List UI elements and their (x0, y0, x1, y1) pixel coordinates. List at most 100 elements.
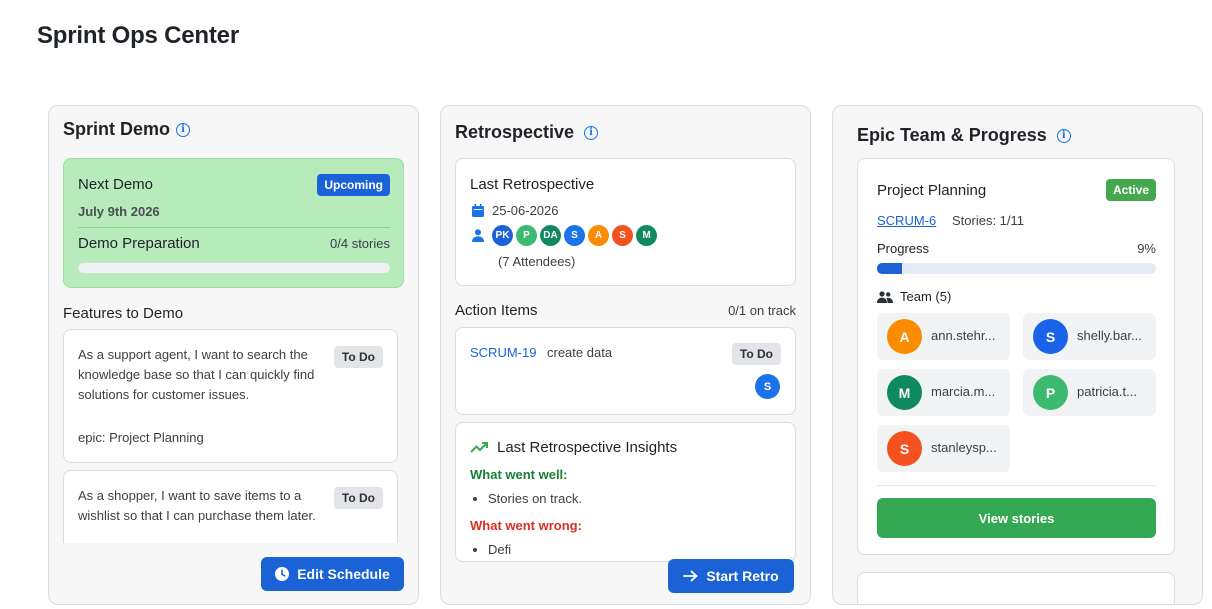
action-items-status: 0/1 on track (728, 303, 796, 318)
attendee-avatar: P (516, 225, 537, 246)
team-member[interactable]: Ppatricia.t... (1023, 369, 1156, 416)
went-well-label: What went well: (470, 467, 568, 482)
team-label: Team (5) (900, 289, 952, 304)
retro-date-row: 25-06-2026 (472, 203, 559, 218)
member-name: ann.stehr... (931, 328, 996, 343)
feature-text: As a shopper, I want to save items to a … (78, 488, 316, 523)
retrospective-title-text: Retrospective (455, 122, 575, 142)
action-item-text: create data (547, 345, 613, 360)
action-item-status-badge: To Do (731, 343, 781, 365)
went-wrong-list: Defi (488, 542, 511, 557)
insights-title: Last Retrospective Insights (497, 439, 678, 456)
epic-progress-bar (877, 263, 1156, 274)
info-icon[interactable]: i (1056, 128, 1071, 143)
team-header: Team (5) (877, 289, 951, 304)
attendee-avatar: S (612, 225, 633, 246)
attendee-avatar: A (588, 225, 609, 246)
went-wrong-label: What went wrong: (470, 518, 582, 533)
member-avatar: S (887, 431, 922, 466)
team-icon (877, 290, 893, 303)
divider (877, 485, 1156, 486)
person-icon (472, 229, 484, 242)
edit-schedule-button[interactable]: Edit Schedule (261, 557, 404, 591)
epic-title: Epic Team & Progress i (857, 125, 1071, 146)
insights-card: Last Retrospective Insights What went we… (455, 422, 796, 562)
feature-epic: epic: Project Planning (78, 430, 204, 445)
next-demo-card: Next Demo Upcoming July 9th 2026 Demo Pr… (63, 158, 404, 288)
member-name: patricia.t... (1077, 384, 1137, 399)
assignee-avatar: S (755, 374, 780, 399)
epic-progress-fill (877, 263, 903, 274)
epic-name: Project Planning (877, 182, 987, 199)
member-name: marcia.m... (931, 384, 996, 399)
sprint-demo-title-text: Sprint Demo (63, 119, 171, 139)
team-member[interactable]: Sstanleysp... (877, 425, 1010, 472)
member-avatar: P (1033, 375, 1068, 410)
member-avatar: A (887, 319, 922, 354)
retro-date: 25-06-2026 (492, 203, 559, 218)
attendee-avatars: PK P DA S A S M (492, 225, 657, 246)
view-stories-label: View stories (978, 510, 1055, 526)
next-demo-label: Next Demo (78, 176, 154, 193)
clock-icon (275, 567, 290, 581)
view-stories-button[interactable]: View stories (877, 498, 1156, 538)
demo-prep-label: Demo Preparation (78, 235, 200, 252)
attendees-row: PK P DA S A S M (472, 225, 657, 246)
member-avatar: S (1033, 319, 1068, 354)
epic-card-next (857, 572, 1175, 604)
features-title: Features to Demo (63, 305, 184, 322)
progress-label: Progress (877, 241, 930, 256)
attendee-avatar: DA (540, 225, 561, 246)
trending-up-icon (470, 442, 488, 453)
team-member[interactable]: Aann.stehr... (877, 313, 1010, 360)
went-well-list: Stories on track. (488, 491, 582, 506)
feature-status-badge: To Do (333, 487, 383, 509)
epic-card: Project Planning Active SCRUM-6 Stories:… (857, 158, 1175, 555)
attendee-avatar: M (636, 225, 657, 246)
went-wrong-item: Defi (488, 542, 511, 557)
member-name: stanleysp... (931, 440, 997, 455)
progress-percent: 9% (1137, 241, 1156, 256)
edit-schedule-label: Edit Schedule (297, 566, 390, 582)
attendee-avatar: PK (492, 225, 513, 246)
sprint-demo-panel: Sprint Demo i Next Demo Upcoming July 9t… (48, 105, 419, 605)
status-badge: Upcoming (317, 174, 390, 196)
retrospective-panel: Retrospective i Last Retrospective 25-06… (440, 105, 811, 605)
info-icon[interactable]: i (176, 122, 191, 137)
action-items-title: Action Items (455, 302, 538, 319)
demo-prep-progress-bar (78, 263, 390, 273)
went-well-item: Stories on track. (488, 491, 582, 506)
epic-status-badge: Active (1105, 179, 1156, 201)
start-retro-button[interactable]: Start Retro (668, 559, 794, 593)
member-name: shelly.bar... (1077, 328, 1142, 343)
page-title: Sprint Ops Center (37, 22, 239, 49)
calendar-icon (472, 204, 484, 217)
last-retro-card: Last Retrospective 25-06-2026 PK P DA S A S M … (455, 158, 796, 286)
feature-card[interactable]: As a support agent, I want to search the… (63, 329, 398, 463)
action-item-card[interactable]: SCRUM-19 create data To Do S (455, 327, 796, 415)
attendee-count: (7 Attendees) (498, 254, 576, 269)
feature-card[interactable]: As a shopper, I want to save items to a … (63, 470, 398, 543)
team-member[interactable]: Sshelly.bar... (1023, 313, 1156, 360)
divider (78, 227, 390, 228)
insights-header: Last Retrospective Insights (470, 439, 677, 456)
demo-date: July 9th 2026 (78, 204, 160, 219)
demo-prep-count: 0/4 stories (330, 236, 390, 251)
epic-key-link[interactable]: SCRUM-6 (877, 213, 936, 228)
member-avatar: M (887, 375, 922, 410)
team-member[interactable]: Mmarcia.m... (877, 369, 1010, 416)
retrospective-title: Retrospective i (455, 122, 599, 143)
arrow-right-icon (683, 570, 699, 582)
epic-panel: Epic Team & Progress i Project Planning … (832, 105, 1203, 605)
last-retro-title: Last Retrospective (470, 176, 595, 193)
feature-status-badge: To Do (333, 346, 383, 368)
attendee-avatar: S (564, 225, 585, 246)
action-item-key[interactable]: SCRUM-19 (470, 345, 536, 360)
info-icon[interactable]: i (584, 125, 599, 140)
start-retro-label: Start Retro (706, 568, 779, 584)
team-grid: Aann.stehr... Sshelly.bar... Mmarcia.m... P… (877, 313, 1157, 475)
feature-text: As a support agent, I want to search the… (78, 347, 315, 402)
epic-title-text: Epic Team & Progress (857, 125, 1047, 145)
epic-stories: Stories: 1/11 (952, 213, 1025, 228)
features-list: As a support agent, I want to search the… (63, 329, 404, 543)
